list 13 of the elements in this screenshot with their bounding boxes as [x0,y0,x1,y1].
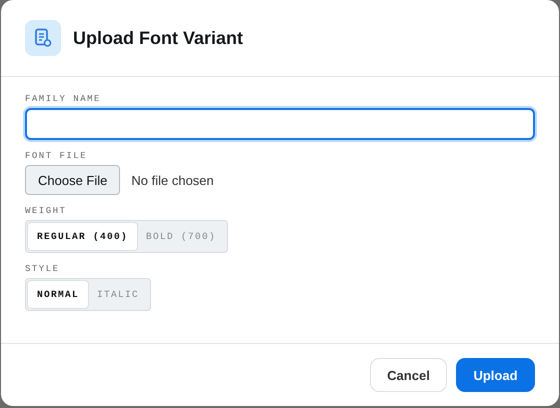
field-label: FAMILY NAME [25,94,101,104]
choose-file-button[interactable]: Choose File [25,165,120,195]
field-label: STYLE [25,264,60,274]
dialog-title: Upload Font Variant [73,28,244,48]
segment-option[interactable]: REGULAR (400) [28,223,138,250]
cancel-button[interactable]: Cancel [370,358,447,392]
upload-button[interactable]: Upload [456,358,535,392]
document-icon [25,20,61,56]
segment-option[interactable]: NORMAL [28,281,88,308]
file-status: No file chosen [131,172,214,188]
input-field[interactable] [25,108,535,140]
field-label: WEIGHT [25,206,66,216]
field-label: FONT FILE [25,151,88,161]
